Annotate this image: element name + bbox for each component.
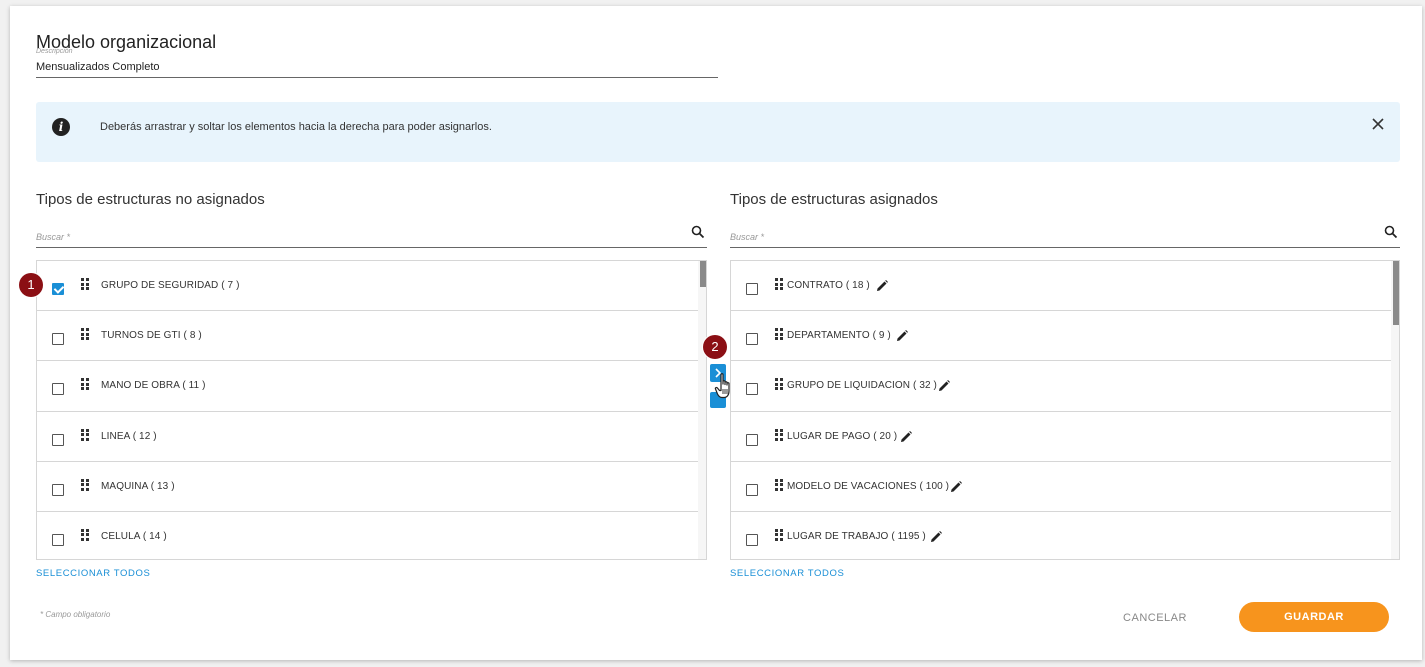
unassigned-scrollbar[interactable] xyxy=(698,261,706,559)
scrollbar-thumb[interactable] xyxy=(700,261,706,287)
close-icon[interactable] xyxy=(1370,116,1386,132)
item-checkbox[interactable] xyxy=(52,383,64,396)
list-item[interactable]: MANO DE OBRA ( 11 ) xyxy=(37,361,706,412)
pencil-icon[interactable] xyxy=(899,430,913,444)
list-item[interactable]: CONTRATO ( 18 ) xyxy=(731,261,1399,312)
item-checkbox[interactable] xyxy=(52,333,64,346)
description-field[interactable]: Descripción Mensualizados Completo xyxy=(36,48,718,78)
step-badge-2: 2 xyxy=(703,335,727,359)
item-checkbox[interactable] xyxy=(52,483,64,496)
item-checkbox[interactable] xyxy=(52,433,64,446)
item-label: TURNOS DE GTI ( 8 ) xyxy=(101,330,202,342)
drag-handle-icon[interactable] xyxy=(81,528,89,541)
list-item[interactable]: CELULA ( 14 ) xyxy=(37,512,706,559)
list-item[interactable]: LUGAR DE PAGO ( 20 ) xyxy=(731,412,1399,462)
unassigned-select-all-link[interactable]: SELECCIONAR TODOS xyxy=(36,568,150,579)
item-label: GRUPO DE SEGURIDAD ( 7 ) xyxy=(101,280,240,291)
list-item[interactable]: LUGAR DE TRABAJO ( 1195 ) xyxy=(731,512,1399,559)
item-label: CONTRATO ( 18 ) xyxy=(787,280,870,291)
list-item[interactable]: LINEA ( 12 ) xyxy=(37,412,706,462)
step-badge-1: 1 xyxy=(19,273,43,297)
item-checkbox[interactable] xyxy=(746,483,758,496)
description-value[interactable]: Mensualizados Completo xyxy=(36,61,160,73)
item-checkbox[interactable] xyxy=(746,333,758,346)
item-label: LINEA ( 12 ) xyxy=(101,430,157,442)
required-field-note: * Campo obligatorio xyxy=(40,610,111,619)
drag-handle-icon[interactable] xyxy=(81,378,89,391)
cancel-button[interactable]: CANCELAR xyxy=(1090,604,1220,632)
assigned-search-input[interactable]: Buscar * xyxy=(730,222,1400,248)
item-label: CELULA ( 14 ) xyxy=(101,530,167,542)
item-label: DEPARTAMENTO ( 9 ) xyxy=(787,330,891,342)
item-checkbox[interactable] xyxy=(52,533,64,546)
assigned-list: CONTRATO ( 18 ) DEPARTAMENTO ( 9 ) GRUPO… xyxy=(730,260,1400,560)
item-label: LUGAR DE TRABAJO ( 1195 ) xyxy=(787,530,926,542)
pencil-icon[interactable] xyxy=(875,279,889,293)
unassigned-search-input[interactable]: Buscar * xyxy=(36,222,707,248)
drag-handle-icon[interactable] xyxy=(775,328,783,341)
save-button[interactable]: GUARDAR xyxy=(1239,602,1389,632)
assigned-title: Tipos de estructuras asignados xyxy=(730,191,938,208)
assigned-search-label: Buscar * xyxy=(730,232,765,242)
list-item[interactable]: GRUPO DE LIQUIDACION ( 32 ) xyxy=(731,361,1399,412)
list-item[interactable]: TURNOS DE GTI ( 8 ) xyxy=(37,311,706,362)
pencil-icon[interactable] xyxy=(929,530,943,544)
list-item[interactable]: MAQUINA ( 13 ) xyxy=(37,462,706,512)
item-checkbox[interactable] xyxy=(746,433,758,446)
hand-cursor-icon xyxy=(714,373,730,399)
drag-handle-icon[interactable] xyxy=(81,278,89,290)
item-label: MAQUINA ( 13 ) xyxy=(101,480,175,492)
item-label: LUGAR DE PAGO ( 20 ) xyxy=(787,430,898,442)
list-item[interactable]: GRUPO DE SEGURIDAD ( 7 ) xyxy=(37,261,706,312)
item-label: MANO DE OBRA ( 11 ) xyxy=(101,380,206,392)
drag-handle-icon[interactable] xyxy=(81,428,89,441)
list-item[interactable]: MODELO DE VACACIONES ( 100 ) xyxy=(731,462,1399,512)
list-item[interactable]: DEPARTAMENTO ( 9 ) xyxy=(731,311,1399,362)
organizational-model-card: Modelo organizacional Descripción Mensua… xyxy=(10,6,1422,660)
item-label: GRUPO DE LIQUIDACION ( 32 ) xyxy=(787,380,937,392)
assigned-select-all-link[interactable]: SELECCIONAR TODOS xyxy=(730,568,844,579)
item-label: MODELO DE VACACIONES ( 100 ) xyxy=(787,480,950,492)
item-checkbox[interactable] xyxy=(52,283,64,295)
drag-handle-icon[interactable] xyxy=(775,528,783,541)
drag-handle-icon[interactable] xyxy=(81,478,89,491)
search-icon[interactable] xyxy=(691,225,705,239)
item-checkbox[interactable] xyxy=(746,533,758,546)
info-banner-text: Deberás arrastrar y soltar los elementos… xyxy=(100,121,492,133)
drag-handle-icon[interactable] xyxy=(81,328,89,341)
scrollbar-thumb[interactable] xyxy=(1393,261,1399,325)
pencil-icon[interactable] xyxy=(895,329,909,343)
unassigned-title: Tipos de estructuras no asignados xyxy=(36,191,265,208)
unassigned-search-label: Buscar * xyxy=(36,232,71,242)
pencil-icon[interactable] xyxy=(937,379,951,393)
assigned-scrollbar[interactable] xyxy=(1391,261,1399,559)
item-checkbox[interactable] xyxy=(746,283,758,295)
drag-handle-icon[interactable] xyxy=(775,428,783,441)
description-label: Descripción xyxy=(36,48,73,55)
drag-handle-icon[interactable] xyxy=(775,478,783,491)
drag-handle-icon[interactable] xyxy=(775,278,783,290)
drag-handle-icon[interactable] xyxy=(775,378,783,391)
info-icon: i xyxy=(52,118,70,136)
search-icon[interactable] xyxy=(1384,225,1398,239)
info-banner: i Deberás arrastrar y soltar los element… xyxy=(36,102,1400,162)
item-checkbox[interactable] xyxy=(746,383,758,396)
pencil-icon[interactable] xyxy=(949,480,963,494)
unassigned-list: GRUPO DE SEGURIDAD ( 7 ) TURNOS DE GTI (… xyxy=(36,260,707,560)
